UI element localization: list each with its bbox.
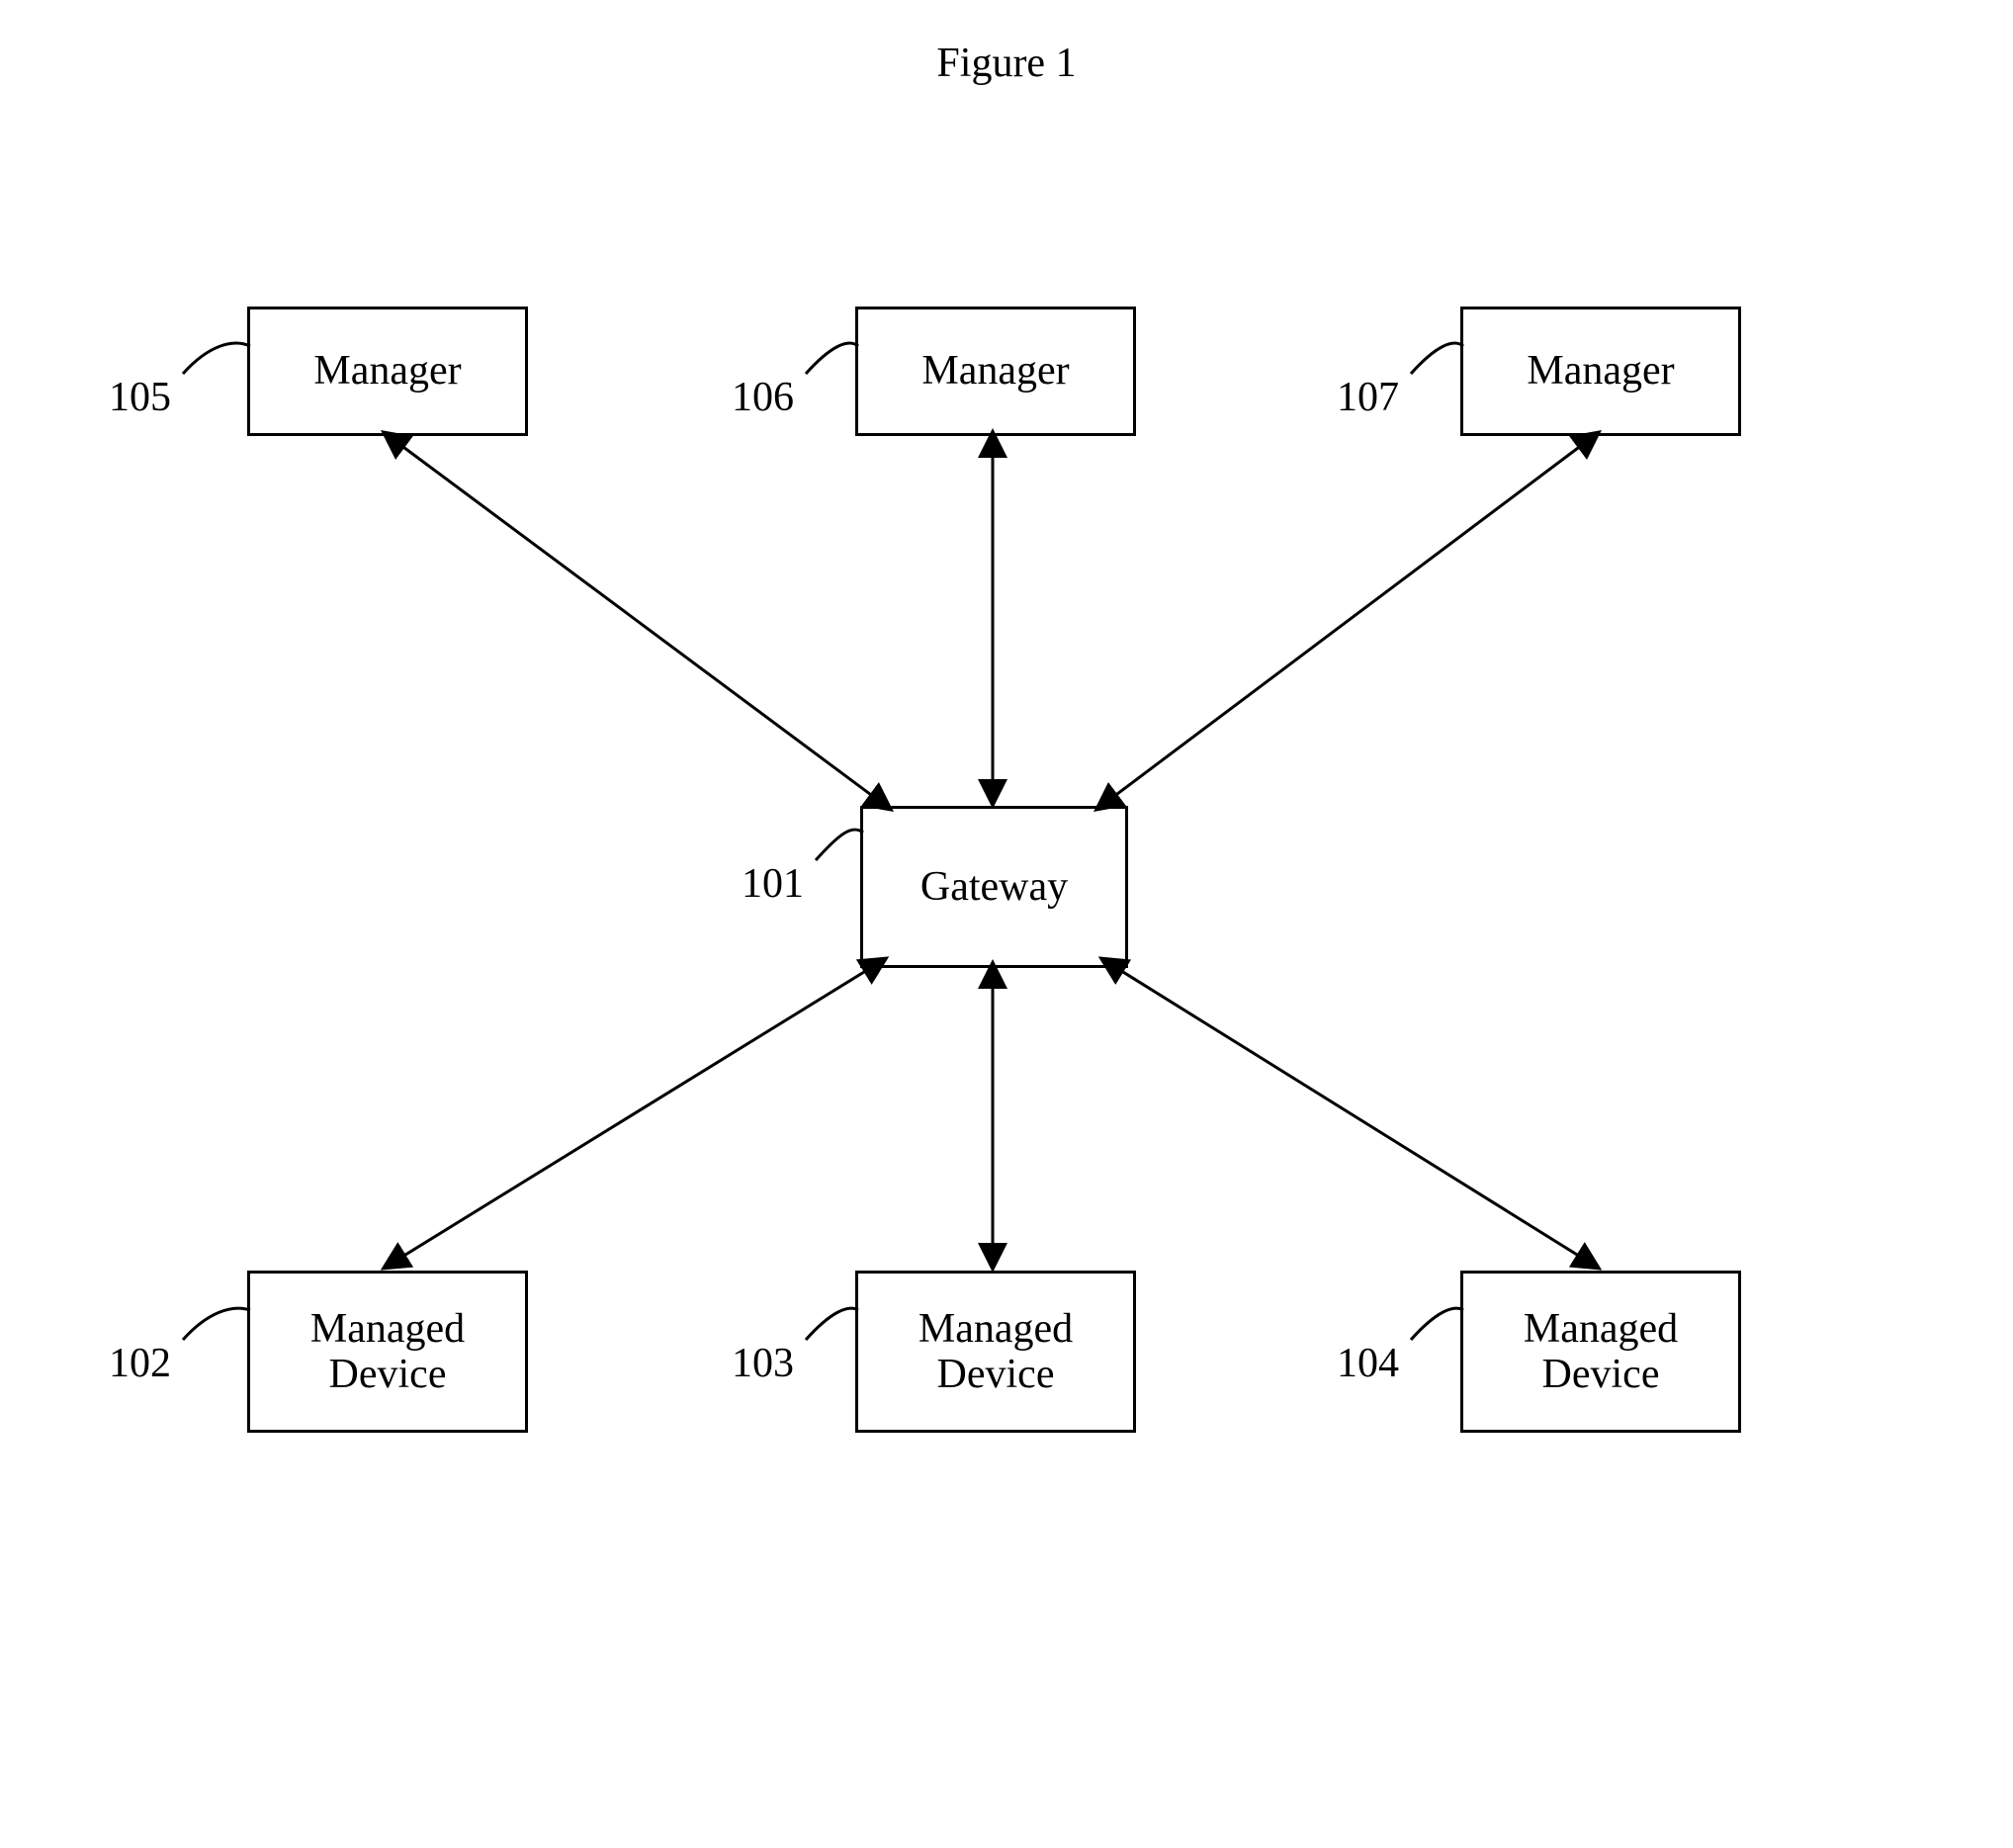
manager-box-3: Manager [1460, 307, 1741, 436]
gateway-label: Gateway [920, 864, 1068, 910]
device-box-1: Managed Device [247, 1271, 528, 1433]
manager-label-2: Manager [921, 348, 1069, 394]
manager-box-2: Manager [855, 307, 1136, 436]
manager-label-1: Manager [313, 348, 461, 394]
ref-106: 106 [732, 374, 794, 421]
figure-title: Figure 1 [936, 40, 1076, 87]
device-label-1: Managed Device [310, 1306, 465, 1397]
ref-105: 105 [109, 374, 171, 421]
device-label-2: Managed Device [919, 1306, 1073, 1397]
gateway-box: Gateway [860, 806, 1128, 968]
ref-102: 102 [109, 1340, 171, 1387]
ref-104: 104 [1337, 1340, 1399, 1387]
device-box-3: Managed Device [1460, 1271, 1741, 1433]
device-label-3: Managed Device [1524, 1306, 1678, 1397]
manager-label-3: Manager [1527, 348, 1674, 394]
device-box-2: Managed Device [855, 1271, 1136, 1433]
manager-box-1: Manager [247, 307, 528, 436]
ref-103: 103 [732, 1340, 794, 1387]
ref-101: 101 [742, 860, 804, 908]
ref-107: 107 [1337, 374, 1399, 421]
